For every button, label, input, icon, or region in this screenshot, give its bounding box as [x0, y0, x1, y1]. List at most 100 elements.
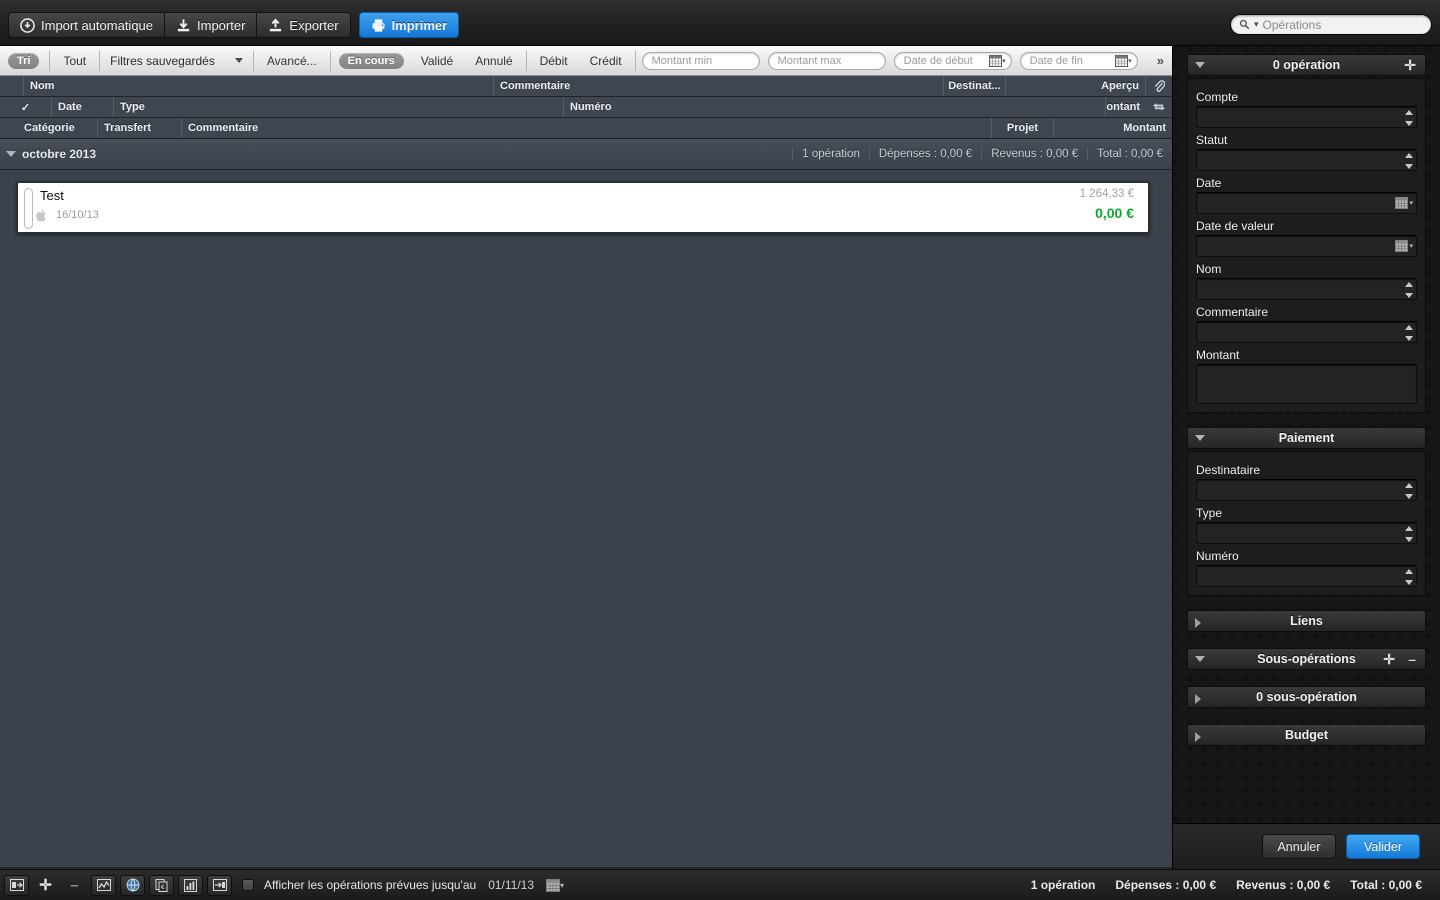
column-projet[interactable]: Projet [992, 118, 1054, 138]
date-end-input[interactable]: Date de fin ▾ [1019, 51, 1138, 70]
calendar-button[interactable]: ▾ [1395, 240, 1413, 252]
transfer-arrows-icon[interactable] [1146, 97, 1172, 117]
planned-calendar-button[interactable]: ▾ [546, 878, 564, 892]
column-date[interactable]: Date [52, 97, 114, 117]
imprimer-button[interactable]: Imprimer [358, 12, 460, 38]
sort-toggle[interactable]: Tri [0, 52, 47, 69]
advanced-filter-button[interactable]: Avancé... [256, 54, 328, 68]
column-header-row-3: Catégorie Transfert Commentaire Projet M… [0, 118, 1172, 139]
chart-icon[interactable] [91, 874, 116, 896]
stepper-icon[interactable] [1404, 110, 1413, 126]
currency-doc-icon[interactable]: € [149, 874, 174, 896]
input-destinataire[interactable] [1196, 479, 1417, 501]
group-header-operation[interactable]: 0 opération ✛ [1187, 54, 1426, 76]
amount-max-input[interactable]: Montant max [767, 51, 886, 70]
saved-filters-dropdown[interactable]: Filtres sauvegardés [102, 54, 251, 68]
triangle-right-icon[interactable] [1195, 694, 1201, 704]
filter-overflow-button[interactable]: » [1149, 53, 1172, 68]
group-header-paiement[interactable]: Paiement [1187, 427, 1426, 449]
column-commentaire[interactable]: Commentaire [494, 76, 944, 96]
column-commentaire-3[interactable]: Commentaire [182, 118, 992, 138]
input-date-de-valeur[interactable]: ▾ [1196, 235, 1417, 257]
plus-icon[interactable]: ✛ [33, 875, 58, 896]
import-automatique-label: Import automatique [41, 17, 154, 33]
table-row[interactable]: Test 16/10/13 1 264,33 € 0,00 € [16, 181, 1150, 234]
column-type[interactable]: Type [114, 97, 564, 117]
calendar-icon[interactable] [989, 54, 1003, 67]
triangle-down-icon[interactable] [1195, 656, 1205, 662]
column-categorie[interactable]: Catégorie [18, 118, 98, 138]
date-start-input[interactable]: Date de début ▾ [893, 51, 1012, 70]
imprimer-label: Imprimer [391, 17, 448, 33]
group-title-paiement: Paiement [1278, 431, 1335, 445]
column-numero[interactable]: Numéro [564, 97, 1106, 117]
stepper-icon[interactable] [1404, 282, 1413, 298]
month-group-header[interactable]: octobre 2013 1 opération Dépenses : 0,00… [0, 139, 1172, 170]
add-suboperation-button[interactable]: ✛ [1383, 652, 1395, 666]
calendar-button[interactable]: ▾ [1395, 197, 1413, 209]
remove-suboperation-button[interactable]: – [1408, 652, 1416, 666]
stepper-icon[interactable] [1404, 526, 1413, 542]
status-filter-valide[interactable]: Validé [410, 54, 464, 68]
auto-import-icon [20, 17, 35, 33]
importer-button[interactable]: Importer [164, 12, 257, 38]
column-check[interactable]: ✓ [0, 97, 52, 117]
status-count: 1 opération [1030, 878, 1096, 892]
group-header-sous-operations[interactable]: Sous-opérations ✛ – [1187, 648, 1426, 670]
search-chevron-down-icon[interactable]: ▾ [1254, 19, 1259, 30]
input-type[interactable] [1196, 522, 1417, 544]
field-date-de-valeur: Date de valeur ▾ [1188, 214, 1425, 257]
validate-button[interactable]: Valider [1346, 834, 1420, 859]
input-date[interactable]: ▾ [1196, 192, 1417, 214]
status-filter-annule[interactable]: Annulé [464, 54, 523, 68]
column-apercu[interactable]: Aperçu [1006, 76, 1146, 96]
input-numero[interactable] [1196, 565, 1417, 587]
filter-tout-button[interactable]: Tout [52, 54, 97, 68]
stepper-icon[interactable] [1404, 325, 1413, 341]
input-compte[interactable] [1196, 106, 1417, 128]
show-planned-checkbox[interactable] [242, 879, 254, 891]
filter-debit-button[interactable]: Débit [529, 54, 579, 68]
search-input[interactable]: ▾ Opérations [1230, 14, 1432, 35]
triangle-down-icon[interactable] [1195, 435, 1205, 441]
group-header-suboperation-count[interactable]: 0 sous-opération [1187, 686, 1426, 708]
paperclip-icon[interactable] [1146, 76, 1172, 96]
triangle-right-icon[interactable] [1195, 732, 1201, 742]
column-montant-3[interactable]: Montant [1054, 118, 1172, 138]
row-drag-handle[interactable] [24, 188, 33, 229]
column-header-row-2: ✓ Date Type Numéro Montant [0, 97, 1172, 118]
stepper-icon[interactable] [1404, 483, 1413, 499]
planned-until-date[interactable]: 01/11/13 [488, 878, 534, 892]
column-montant[interactable]: Montant [1106, 97, 1146, 117]
column-destinataire[interactable]: Destinat... [944, 76, 1006, 96]
triangle-down-icon[interactable] [6, 151, 16, 157]
input-montant[interactable] [1196, 364, 1417, 404]
group-header-liens[interactable]: Liens [1187, 610, 1426, 632]
add-account-icon[interactable] [4, 874, 29, 896]
calendar-icon[interactable] [1115, 54, 1129, 67]
globe-icon[interactable] [120, 874, 145, 896]
column-nom[interactable]: Nom [24, 76, 494, 96]
status-filter-en-cours[interactable]: En cours [333, 52, 410, 69]
cancel-button[interactable]: Annuler [1262, 834, 1336, 859]
input-statut[interactable] [1196, 149, 1417, 171]
import-automatique-button[interactable]: Import automatique [8, 12, 165, 38]
triangle-down-icon[interactable] [1195, 62, 1205, 68]
input-commentaire[interactable] [1196, 321, 1417, 343]
add-operation-button[interactable]: ✛ [1404, 58, 1416, 72]
minus-icon[interactable]: – [62, 875, 87, 896]
filter-credit-button[interactable]: Crédit [579, 54, 633, 68]
column-transfert[interactable]: Transfert [98, 118, 182, 138]
field-destinataire: Destinataire [1188, 458, 1425, 501]
payment-fields: Destinataire Type Numéro [1187, 451, 1426, 596]
report-icon[interactable] [178, 874, 203, 896]
exporter-button[interactable]: Exporter [256, 12, 351, 38]
group-header-budget[interactable]: Budget [1187, 724, 1426, 746]
stepper-icon[interactable] [1404, 153, 1413, 169]
triangle-right-icon[interactable] [1195, 618, 1201, 628]
amount-min-input[interactable]: Montant min [641, 51, 760, 70]
stepper-icon[interactable] [1404, 569, 1413, 585]
split-icon[interactable] [207, 874, 232, 896]
label-date: Date [1196, 176, 1222, 190]
input-nom[interactable] [1196, 278, 1417, 300]
